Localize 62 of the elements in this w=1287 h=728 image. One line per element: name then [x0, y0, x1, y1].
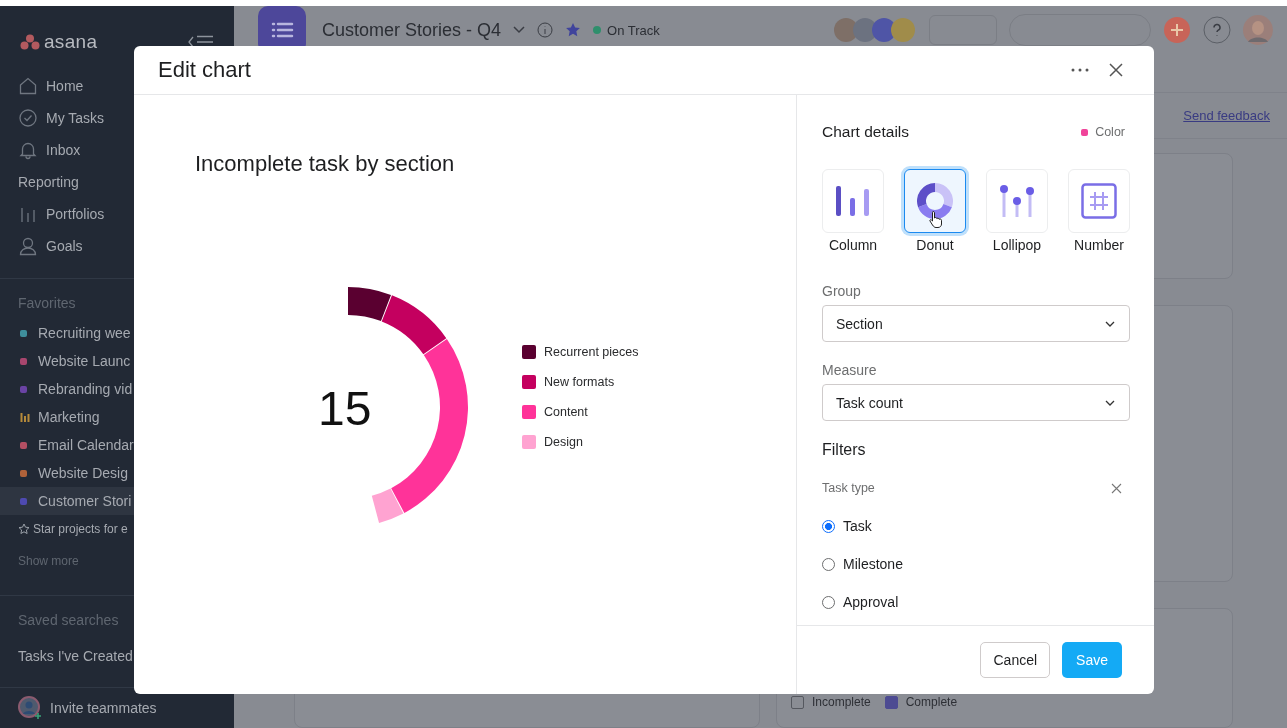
logo-text: asana: [44, 31, 98, 53]
more-icon[interactable]: [1071, 68, 1089, 72]
legend-label: Content: [544, 405, 588, 419]
avatar-icon: [18, 696, 42, 720]
star-icon[interactable]: [565, 22, 582, 38]
field-label: Measure: [822, 362, 878, 378]
person-icon: [18, 236, 38, 256]
project-item[interactable]: Email Calendar: [0, 431, 234, 459]
radio-option[interactable]: Task: [822, 507, 1130, 545]
project-status[interactable]: On Track: [593, 22, 660, 38]
help-icon[interactable]: [1203, 16, 1231, 44]
section-heading: Saved searches: [17, 611, 120, 630]
home-icon: [18, 76, 38, 96]
section-heading: Favorites: [17, 294, 77, 313]
measure-select[interactable]: Task count: [822, 384, 1130, 421]
donut-chart-icon: [917, 183, 953, 219]
column-chart-icon: [836, 186, 870, 216]
nav-item[interactable]: My Tasks: [0, 102, 234, 134]
project-item[interactable]: Website Desig: [0, 459, 234, 487]
group-select[interactable]: Section: [822, 305, 1130, 342]
close-icon[interactable]: [1111, 482, 1122, 494]
number-chart-icon: [1081, 183, 1117, 219]
status-dot: [593, 26, 602, 34]
dialog-title: Edit chart: [158, 57, 251, 83]
project-item[interactable]: Website Launc: [0, 347, 234, 375]
radio-option[interactable]: Milestone: [822, 545, 1130, 583]
lollipop-chart-icon: [1000, 185, 1034, 217]
add-icon[interactable]: [1163, 16, 1191, 44]
project-item[interactable]: Rebranding vid: [0, 375, 234, 403]
info-icon[interactable]: [537, 22, 554, 38]
legend-label: Design: [544, 435, 583, 449]
legend-item: Complete: [884, 695, 958, 709]
legend-swatch: [791, 695, 804, 709]
filter-label: Task type: [822, 481, 875, 495]
pointer-cursor-icon: [929, 210, 943, 228]
section-heading: Filters: [822, 441, 867, 459]
logo-icon: [20, 34, 40, 50]
field-label: Group: [822, 283, 862, 299]
legend-label: Recurrent pieces: [544, 345, 639, 359]
star-icon: [18, 523, 30, 535]
legend-swatch: [884, 695, 898, 709]
chevron-down-icon: [1105, 399, 1115, 406]
section-heading: Chart details: [822, 123, 909, 141]
total-count: 15: [318, 381, 372, 436]
nav-item[interactable]: Portfolios: [0, 198, 234, 230]
chevron-down-icon[interactable]: [513, 26, 526, 34]
check-circle-icon: [18, 108, 38, 128]
bell-icon: [18, 140, 38, 160]
chevron-down-icon: [1105, 320, 1115, 327]
project-title: Customer Stories - Q4: [322, 20, 502, 40]
project-item[interactable]: Recruiting wee: [0, 319, 234, 347]
color-picker[interactable]: Color: [1081, 125, 1125, 139]
chart-title: Incomplete task by section: [195, 151, 456, 177]
avatar-group-icon[interactable]: [833, 17, 917, 43]
cancel-button[interactable]: Cancel: [980, 642, 1051, 678]
nav-item[interactable]: Goals: [0, 230, 234, 262]
user-avatar[interactable]: [1243, 15, 1273, 45]
close-icon[interactable]: [1109, 63, 1123, 77]
radio-option[interactable]: Approval: [822, 583, 1130, 621]
legend-item: Incomplete: [791, 695, 871, 709]
project-item[interactable]: Marketing: [0, 403, 234, 431]
legend-label: New formats: [544, 375, 615, 389]
